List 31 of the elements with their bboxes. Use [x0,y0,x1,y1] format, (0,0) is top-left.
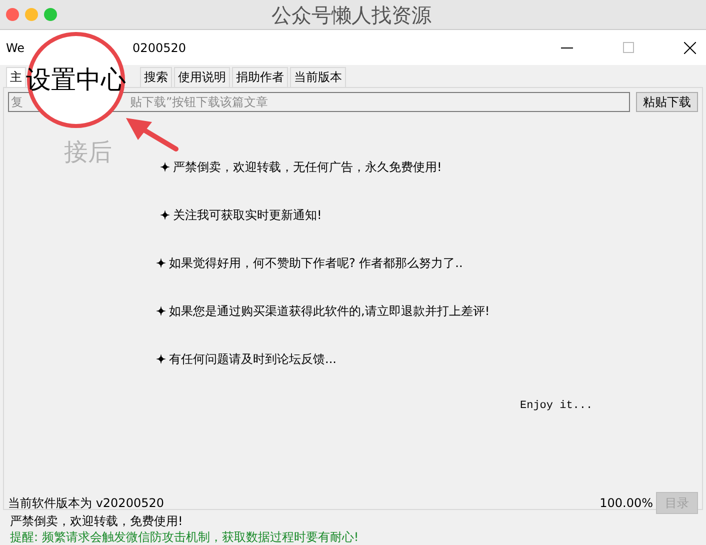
app-title: 0200520 [132,40,187,56]
notice-text: 关注我可获取实时更新通知! [173,207,322,224]
closing-text: Enjoy it... [520,399,594,414]
window-control-icon[interactable] [44,8,57,21]
version-text: 当前软件版本为 v20200520 [8,494,165,512]
progress-text: 100.00% [600,494,653,512]
star-bullet-icon [156,306,166,316]
window-title: 公众号懒人找资源 [270,2,432,28]
notice-text: 如果觉得好用，何不赞助下作者呢? 作者都那么努力了.. [169,255,463,272]
status-text: 严禁倒卖，欢迎转载，免费使用! [10,513,184,529]
window-control-icon[interactable] [6,8,19,21]
star-bullet-icon [160,210,170,220]
star-bullet-icon [156,354,166,364]
star-bullet-icon [156,258,166,268]
star-bullet-icon [160,162,170,172]
tab[interactable]: 搜索 [140,67,172,87]
tab[interactable]: 使用说明 [174,67,230,87]
tab[interactable]: 捐助作者 [232,67,288,87]
notice-text: 如果您是通过购买渠道获得此软件的,请立即退款并打上差评! [169,303,490,320]
app-title: We [6,40,25,56]
tab[interactable]: 主 [6,67,26,87]
hint-text: 接后 [64,138,113,166]
notice-text: 严禁倒卖，欢迎转载，无任何广告，永久免费使用! [173,159,442,176]
paste-download-button[interactable]: 粘贴下载 [636,92,698,112]
status-text: 提醒: 频繁请求会触发微信防攻击机制，获取数据过程时要有耐心! [10,529,360,545]
window-control-icon[interactable] [25,8,38,21]
arrow [126,118,178,152]
tab[interactable]: 当前版本 [290,67,346,87]
close-icon[interactable] [684,42,696,54]
maximize-icon[interactable] [623,42,634,53]
notice-text: 有任何问题请及时到论坛反馈... [169,351,336,368]
